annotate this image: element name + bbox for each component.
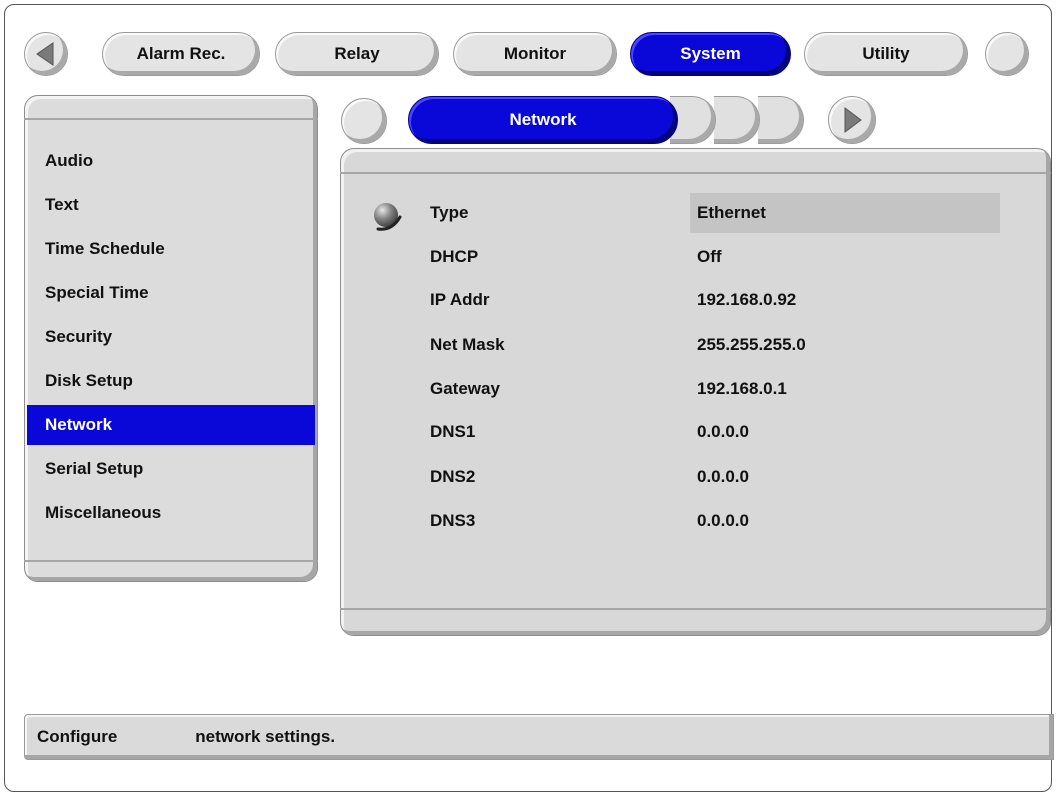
sidebar-item-label: Security (45, 327, 113, 346)
dns1-label: DNS1 (430, 422, 476, 441)
sidebar-item-special-time[interactable]: Special Time (27, 273, 315, 313)
sidebar-item-time-schedule[interactable]: Time Schedule (27, 229, 315, 269)
ip-addr-value[interactable]: 192.168.0.92 (697, 285, 796, 315)
dhcp-value[interactable]: Off (697, 242, 722, 272)
gateway-label: Gateway (430, 379, 500, 398)
right-arrow-icon (844, 107, 862, 133)
sidebar-item-label: Disk Setup (45, 371, 133, 390)
sidebar-item-label: Text (45, 195, 79, 214)
sidebar-item-audio[interactable]: Audio (27, 141, 315, 181)
status-text-end: network settings. (195, 727, 336, 746)
sidebar-item-network[interactable]: Network (27, 405, 315, 445)
gateway-value[interactable]: 192.168.0.1 (697, 374, 787, 404)
sidebar-item-label: Serial Setup (45, 459, 144, 478)
sidebar-item-label: Time Schedule (45, 239, 165, 258)
dns2-label: DNS2 (430, 467, 476, 486)
sub-tab-empty-2[interactable] (714, 96, 760, 144)
sub-prev-button[interactable] (341, 98, 387, 144)
sidebar-item-security[interactable]: Security (27, 317, 315, 357)
menu-divider-bottom (24, 560, 318, 562)
sidebar-item-label: Network (45, 415, 113, 434)
status-bar: Configure network settings. (24, 714, 1054, 760)
tab-monitor[interactable]: Monitor (453, 32, 617, 76)
sidebar-item-disk-setup[interactable]: Disk Setup (27, 361, 315, 401)
status-text-start: Configure (37, 727, 118, 746)
tab-alarm-rec[interactable]: Alarm Rec. (102, 32, 260, 76)
net-mask-value[interactable]: 255.255.255.0 (697, 330, 806, 360)
dhcp-label: DHCP (430, 247, 479, 266)
sidebar-item-serial-setup[interactable]: Serial Setup (27, 449, 315, 489)
cursor-ball-icon (374, 203, 402, 231)
next-tab-button[interactable] (985, 32, 1029, 76)
menu-divider-top (24, 118, 318, 120)
sub-tab-network[interactable]: Network (408, 96, 678, 144)
sub-next-button[interactable] (828, 96, 876, 144)
sidebar-item-label: Special Time (45, 283, 149, 302)
type-value[interactable]: Ethernet (690, 193, 1000, 233)
prev-tab-button[interactable] (24, 32, 68, 76)
dns2-value[interactable]: 0.0.0.0 (697, 462, 749, 492)
net-mask-label: Net Mask (430, 335, 505, 354)
left-arrow-icon (36, 42, 54, 66)
sidebar-item-label: Audio (45, 151, 94, 170)
tab-utility[interactable]: Utility (804, 32, 968, 76)
content-divider-top (340, 172, 1051, 174)
type-label: Type (430, 203, 469, 222)
dns3-label: DNS3 (430, 511, 476, 530)
sub-tab-empty-3[interactable] (758, 96, 804, 144)
dns3-value[interactable]: 0.0.0.0 (697, 506, 749, 536)
ip-addr-label: IP Addr (430, 290, 490, 309)
sidebar-item-text[interactable]: Text (27, 185, 315, 225)
tab-system[interactable]: System (630, 32, 791, 76)
sidebar-item-miscellaneous[interactable]: Miscellaneous (27, 493, 315, 533)
tab-relay[interactable]: Relay (275, 32, 439, 76)
dns1-value[interactable]: 0.0.0.0 (697, 417, 749, 447)
content-divider-bottom (340, 608, 1051, 610)
sidebar-item-label: Miscellaneous (45, 503, 162, 522)
